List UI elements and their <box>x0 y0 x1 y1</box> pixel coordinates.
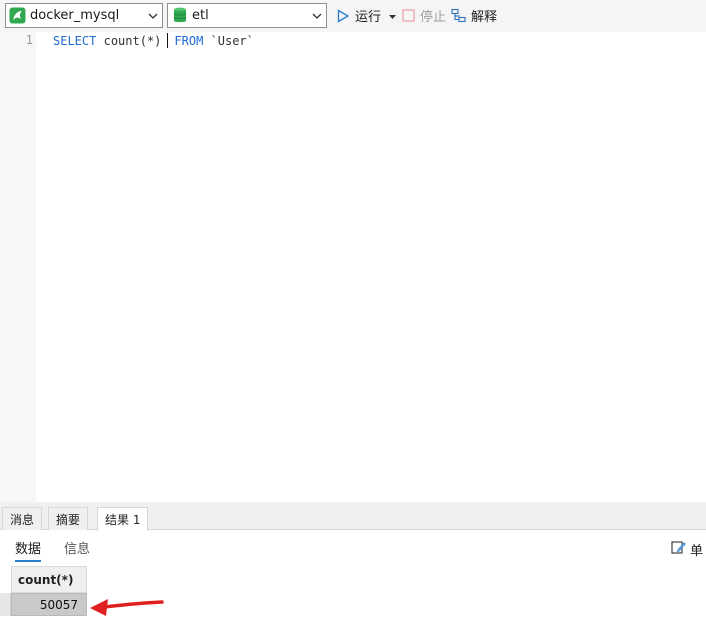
subtab-data[interactable]: 数据 <box>15 538 42 562</box>
explain-tree-icon <box>451 8 467 24</box>
grid-cell-count[interactable]: 50057 <box>11 593 87 616</box>
chevron-down-icon[interactable] <box>144 4 162 27</box>
database-select[interactable]: etl <box>167 3 327 28</box>
stop-square-icon <box>400 8 416 24</box>
database-cylinder-icon <box>171 7 188 24</box>
stop-button[interactable]: 停止 <box>400 5 446 26</box>
table-name: `User` <box>210 34 254 48</box>
play-icon <box>335 8 351 24</box>
count-function: count(*) <box>103 34 162 48</box>
explain-button[interactable]: 解释 <box>451 5 497 26</box>
chevron-down-icon[interactable] <box>308 4 326 27</box>
text-caret <box>167 33 169 48</box>
query-editor-window: docker_mysql etl 运行 停止 解释 1 SELECT count… <box>0 0 706 641</box>
column-header-count[interactable]: count(*) <box>11 566 87 593</box>
line-gutter: 1 <box>0 32 36 502</box>
tab-summary[interactable]: 摘要 <box>48 507 89 530</box>
tab-messages[interactable]: 消息 <box>2 507 43 530</box>
sql-editor[interactable]: 1 SELECT count(*) FROM `User` <box>0 32 706 502</box>
database-value: etl <box>192 8 209 23</box>
single-record-button[interactable]: 单 <box>671 540 703 559</box>
toolbar: docker_mysql etl 运行 停止 解释 <box>0 0 706 32</box>
annotation-arrow-icon <box>90 599 164 616</box>
edit-form-icon <box>671 540 686 559</box>
keyword-from: FROM <box>174 34 204 48</box>
mysql-dolphin-icon <box>9 7 26 24</box>
caret-down-icon[interactable] <box>389 8 397 23</box>
line-number: 1 <box>25 33 33 47</box>
single-record-label: 单 <box>690 544 704 559</box>
run-button[interactable]: 运行 <box>335 5 397 26</box>
row-header[interactable] <box>0 593 11 616</box>
explain-label: 解释 <box>471 10 498 25</box>
sql-code-line[interactable]: SELECT count(*) FROM `User` <box>53 33 254 49</box>
subtab-info[interactable]: 信息 <box>64 538 90 560</box>
stop-label: 停止 <box>420 10 447 25</box>
result-tabs: 消息 摘要 结果 1 <box>0 502 706 531</box>
tab-result-1[interactable]: 结果 1 <box>97 507 149 531</box>
connection-value: docker_mysql <box>30 8 120 23</box>
result-subtabs: 数据 信息 单 <box>0 531 706 565</box>
connection-select[interactable]: docker_mysql <box>5 3 163 28</box>
run-label: 运行 <box>355 10 382 25</box>
keyword-select: SELECT <box>53 34 97 48</box>
